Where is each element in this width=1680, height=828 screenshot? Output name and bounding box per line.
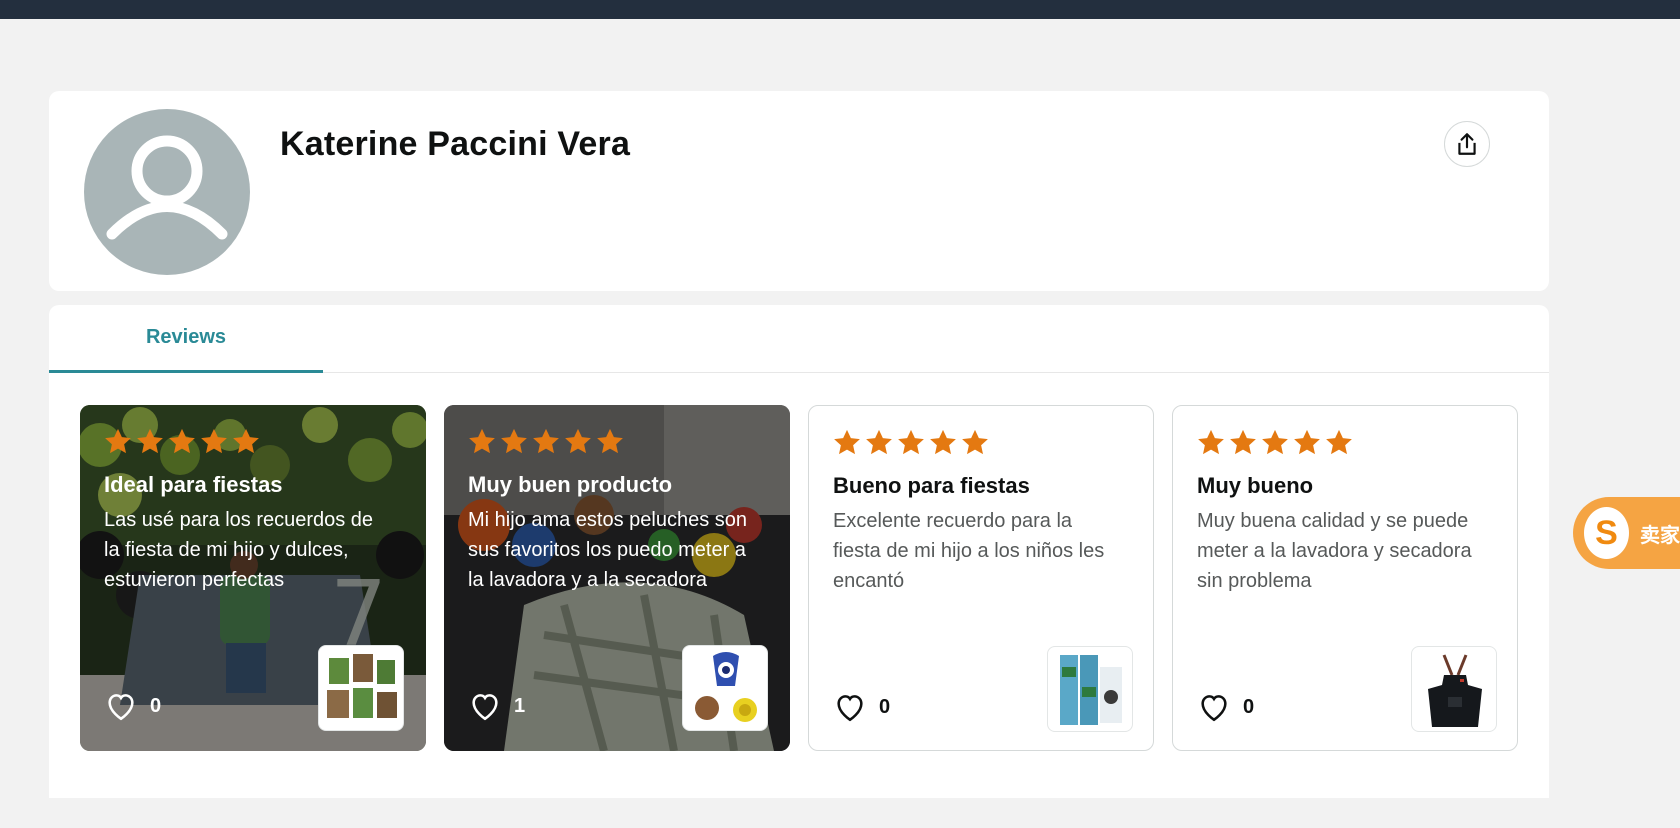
star-rating	[467, 427, 625, 457]
party-favor-packs-thumbnail	[1060, 655, 1122, 725]
share-icon	[1458, 133, 1476, 155]
review-card[interactable]: Bueno para fiestas Excelente recuerdo pa…	[808, 405, 1154, 751]
star-icon	[866, 429, 892, 455]
heart-icon	[472, 694, 498, 721]
star-icon	[930, 429, 956, 455]
tab-bar: Reviews	[49, 305, 1549, 373]
star-icon	[137, 428, 163, 454]
like-button[interactable]: 0	[1197, 690, 1254, 724]
star-icon	[1230, 429, 1256, 455]
apron-thumbnail	[1428, 654, 1482, 727]
share-button[interactable]	[1444, 121, 1490, 167]
reviews-section: Reviews 7 Ideal para fiestas Las usé par…	[49, 305, 1549, 798]
like-count: 1	[514, 694, 526, 717]
like-count: 0	[1243, 695, 1255, 718]
heart-icon	[108, 694, 134, 721]
star-icon	[105, 428, 131, 454]
star-icon	[469, 428, 495, 454]
tab-reviews[interactable]: Reviews	[49, 305, 323, 373]
star-icon	[565, 428, 591, 454]
star-rating	[103, 427, 261, 457]
product-thumbnail[interactable]	[318, 645, 404, 731]
profile-name: Katerine Paccini Vera	[280, 125, 631, 163]
avatar	[84, 109, 250, 275]
plush-toys-thumbnail	[695, 652, 757, 722]
like-button[interactable]: 0	[833, 690, 890, 724]
default-user-icon	[106, 135, 228, 240]
star-icon	[501, 428, 527, 454]
star-icon	[169, 428, 195, 454]
top-nav-bar	[0, 0, 1680, 19]
star-icon	[201, 428, 227, 454]
star-icon	[898, 429, 924, 455]
star-icon	[1326, 429, 1352, 455]
review-body: Las usé para los recuerdos de la fiesta …	[104, 509, 374, 591]
star-icon	[1198, 429, 1224, 455]
star-rating	[1196, 428, 1354, 458]
product-thumbnail[interactable]	[1047, 646, 1133, 732]
party-bags-thumbnail	[327, 654, 397, 718]
star-icon	[233, 428, 259, 454]
review-title: Muy bueno	[1197, 473, 1314, 498]
star-icon	[597, 428, 623, 454]
review-card[interactable]: Muy bueno Muy buena calidad y se puede m…	[1172, 405, 1518, 751]
review-body: Muy buena calidad y se puede meter a la …	[1197, 510, 1472, 592]
extension-logo-icon: S	[1581, 504, 1632, 562]
profile-card: Katerine Paccini Vera	[49, 91, 1549, 291]
review-title: Muy buen producto	[468, 472, 673, 497]
heart-icon	[1201, 695, 1227, 722]
star-icon	[962, 429, 988, 455]
review-title: Ideal para fiestas	[104, 472, 283, 497]
product-thumbnail[interactable]	[1411, 646, 1497, 732]
star-icon	[1262, 429, 1288, 455]
heart-icon	[837, 695, 863, 722]
like-button[interactable]: 0	[104, 689, 161, 723]
star-icon	[533, 428, 559, 454]
like-count: 0	[879, 695, 891, 718]
extension-badge[interactable]: S 卖家	[1573, 497, 1680, 569]
like-count: 0	[150, 694, 162, 717]
star-icon	[834, 429, 860, 455]
extension-label: 卖家	[1640, 522, 1680, 547]
review-card[interactable]: 7 Ideal para fiestas Las usé para los re…	[80, 405, 426, 751]
review-body: Mi hijo ama estos peluches son sus favor…	[468, 509, 748, 591]
review-card[interactable]: Muy buen producto Mi hijo ama estos pelu…	[444, 405, 790, 751]
star-rating	[832, 428, 990, 458]
like-button[interactable]: 1	[468, 689, 525, 723]
review-body: Excelente recuerdo para la fiesta de mi …	[833, 510, 1105, 592]
star-icon	[1294, 429, 1320, 455]
product-thumbnail[interactable]	[682, 645, 768, 731]
review-title: Bueno para fiestas	[833, 473, 1030, 498]
